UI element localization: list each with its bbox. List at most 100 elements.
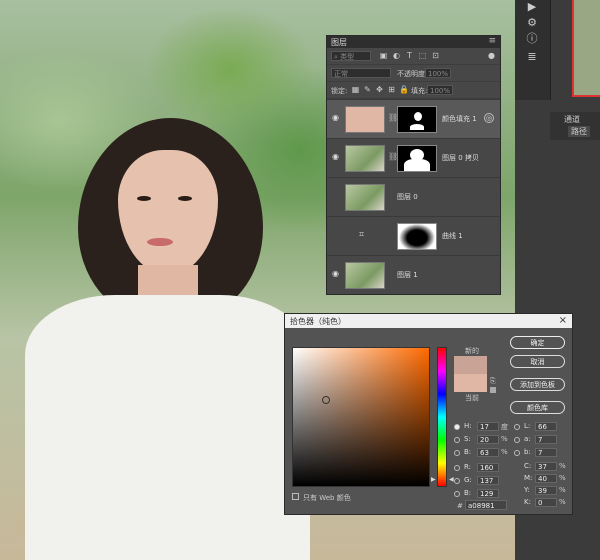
layers-icon[interactable]: ≣ [525, 50, 539, 64]
lips [147, 238, 173, 246]
web-colors-checkbox[interactable] [292, 493, 299, 500]
layer-row[interactable]: · ⌗ 曲线 1 [327, 216, 500, 255]
adjust-icon[interactable]: ⚙ [525, 16, 539, 30]
color-marker[interactable] [322, 396, 330, 404]
lab-b-label: b: [524, 448, 531, 456]
lab-l-radio[interactable] [514, 424, 520, 430]
tab-paths[interactable]: 路径 [568, 126, 590, 137]
saturation-brightness-field[interactable] [292, 347, 430, 487]
blend-row: 正常 不透明度: 100% [327, 65, 500, 82]
saturation-field[interactable]: 20 [477, 435, 499, 444]
color-picker-dialog: 拾色器（纯色） × ▶ ◀ 新的 当前 ⎘ 确定 取消 添加到色板 颜色库 H:… [284, 313, 573, 515]
photo-thumbnail[interactable] [345, 184, 385, 211]
red-field[interactable]: 160 [477, 463, 499, 472]
filter-label: 类型 [340, 53, 355, 61]
layers-panel: 图层 ≡ ⌕ 类型 ▣ ◐ T ⬚ ⊡ ● 正常 不透明度: 100% 锁定: … [326, 35, 501, 295]
layer-mask-thumbnail[interactable] [397, 145, 437, 172]
tab-channels[interactable]: 通道 [564, 114, 580, 125]
shape-filter-icon[interactable]: ⬚ [418, 51, 427, 60]
gamut-warning-icon[interactable]: ⎘ [490, 377, 496, 386]
blue-radio[interactable] [454, 491, 460, 497]
saturation-unit: % [501, 435, 508, 443]
hue-radio[interactable] [454, 424, 460, 430]
lab-b-radio[interactable] [514, 450, 520, 456]
layer-name[interactable]: 图层 1 [397, 270, 418, 280]
filter-toggle-icon[interactable]: ● [487, 51, 496, 60]
blend-mode-select[interactable]: 正常 [331, 68, 391, 78]
saturation-radio[interactable] [454, 437, 460, 443]
fill-thumbnail[interactable] [345, 106, 385, 133]
lock-all-icon[interactable]: 🔒 [399, 85, 409, 94]
yellow-field[interactable]: 39 [535, 486, 557, 495]
brightness-radio[interactable] [454, 450, 460, 456]
info-icon[interactable]: ⓘ [525, 32, 539, 46]
visibility-eye-icon[interactable]: ◉ [332, 270, 341, 278]
current-color-swatch[interactable] [454, 374, 487, 392]
lock-position-icon[interactable]: ✥ [375, 85, 384, 94]
hue-label: H: [464, 422, 472, 430]
lab-b-field[interactable]: 7 [535, 448, 557, 457]
color-libraries-button[interactable]: 颜色库 [510, 401, 565, 414]
layer-name[interactable]: 图层 0 拷贝 [442, 153, 479, 163]
fill-field[interactable]: 100% [427, 85, 453, 95]
layer-name[interactable]: 颜色填充 1 [442, 114, 477, 124]
visibility-eye-icon[interactable]: ◉ [332, 114, 341, 122]
visibility-off-icon[interactable]: · [332, 231, 341, 239]
right-panel-tabs: 通道 路径 [550, 112, 600, 140]
hue-slider-arrow-right-icon[interactable]: ◀ [449, 476, 454, 483]
black-field[interactable]: 0 [535, 498, 557, 507]
blue-field[interactable]: 129 [477, 489, 499, 498]
layers-panel-title[interactable]: 图层 [331, 37, 347, 48]
photo-thumbnail[interactable] [345, 262, 385, 289]
green-radio[interactable] [454, 478, 460, 484]
brightness-field[interactable]: 63 [477, 448, 499, 457]
ok-button[interactable]: 确定 [510, 336, 565, 349]
lab-a-radio[interactable] [514, 437, 520, 443]
close-icon[interactable]: × [559, 315, 567, 326]
lab-a-field[interactable]: 7 [535, 435, 557, 444]
magenta-field[interactable]: 40 [535, 474, 557, 483]
layer-settings-icon[interactable]: ◎ [484, 113, 494, 123]
smart-object-filter-icon[interactable]: ⊡ [431, 51, 440, 60]
lab-l-field[interactable]: 66 [535, 422, 557, 431]
cyan-field[interactable]: 37 [535, 462, 557, 471]
hue-slider[interactable] [437, 347, 447, 487]
adjustment-filter-icon[interactable]: ◐ [392, 51, 401, 60]
dialog-title: 拾色器（纯色） [290, 317, 346, 326]
left-eye [137, 196, 151, 201]
layer-row[interactable]: ◉ ⛓ 颜色填充 1 ◎ [327, 99, 500, 138]
photo-thumbnail[interactable] [345, 145, 385, 172]
red-radio[interactable] [454, 465, 460, 471]
lock-artboard-icon[interactable]: ⊞ [387, 85, 396, 94]
layer-name[interactable]: 曲线 1 [442, 231, 463, 241]
layer-name[interactable]: 图层 0 [397, 192, 418, 202]
layer-row[interactable]: ◉ ⛓ 图层 0 拷贝 [327, 138, 500, 177]
layer-filter-select[interactable]: ⌕ 类型 [331, 51, 371, 61]
pixel-filter-icon[interactable]: ▣ [379, 51, 388, 60]
type-filter-icon[interactable]: T [405, 51, 414, 60]
navigator-thumbnail[interactable] [572, 0, 600, 97]
layer-mask-thumbnail[interactable] [397, 106, 437, 133]
current-color-label: 当前 [465, 394, 479, 402]
layer-mask-thumbnail[interactable] [397, 223, 437, 250]
hex-field[interactable]: a08981 [465, 500, 507, 510]
layer-row[interactable]: ◉ 图层 1 [327, 255, 500, 294]
blue-label: B: [464, 489, 472, 497]
cancel-button[interactable]: 取消 [510, 355, 565, 368]
add-to-swatches-button[interactable]: 添加到色板 [510, 378, 565, 391]
hue-field[interactable]: 17 [477, 422, 499, 431]
web-safe-warning-icon[interactable] [490, 387, 496, 393]
visibility-eye-icon[interactable]: ◉ [332, 153, 341, 161]
green-field[interactable]: 137 [477, 476, 499, 485]
lock-pixels-icon[interactable]: ✎ [363, 85, 372, 94]
play-icon[interactable]: ▶ [525, 0, 539, 14]
panel-menu-icon[interactable]: ≡ [488, 36, 496, 46]
curves-adjustment-icon[interactable]: ⌗ [359, 230, 364, 240]
visibility-off-icon[interactable]: · [332, 192, 341, 200]
yellow-unit: % [559, 486, 566, 494]
layer-row[interactable]: · 图层 0 [327, 177, 500, 216]
lock-transparency-icon[interactable]: ▦ [351, 85, 360, 94]
dialog-titlebar[interactable]: 拾色器（纯色） × [285, 314, 572, 328]
opacity-field[interactable]: 100% [425, 68, 451, 78]
hue-slider-arrow-left-icon[interactable]: ▶ [431, 476, 436, 483]
